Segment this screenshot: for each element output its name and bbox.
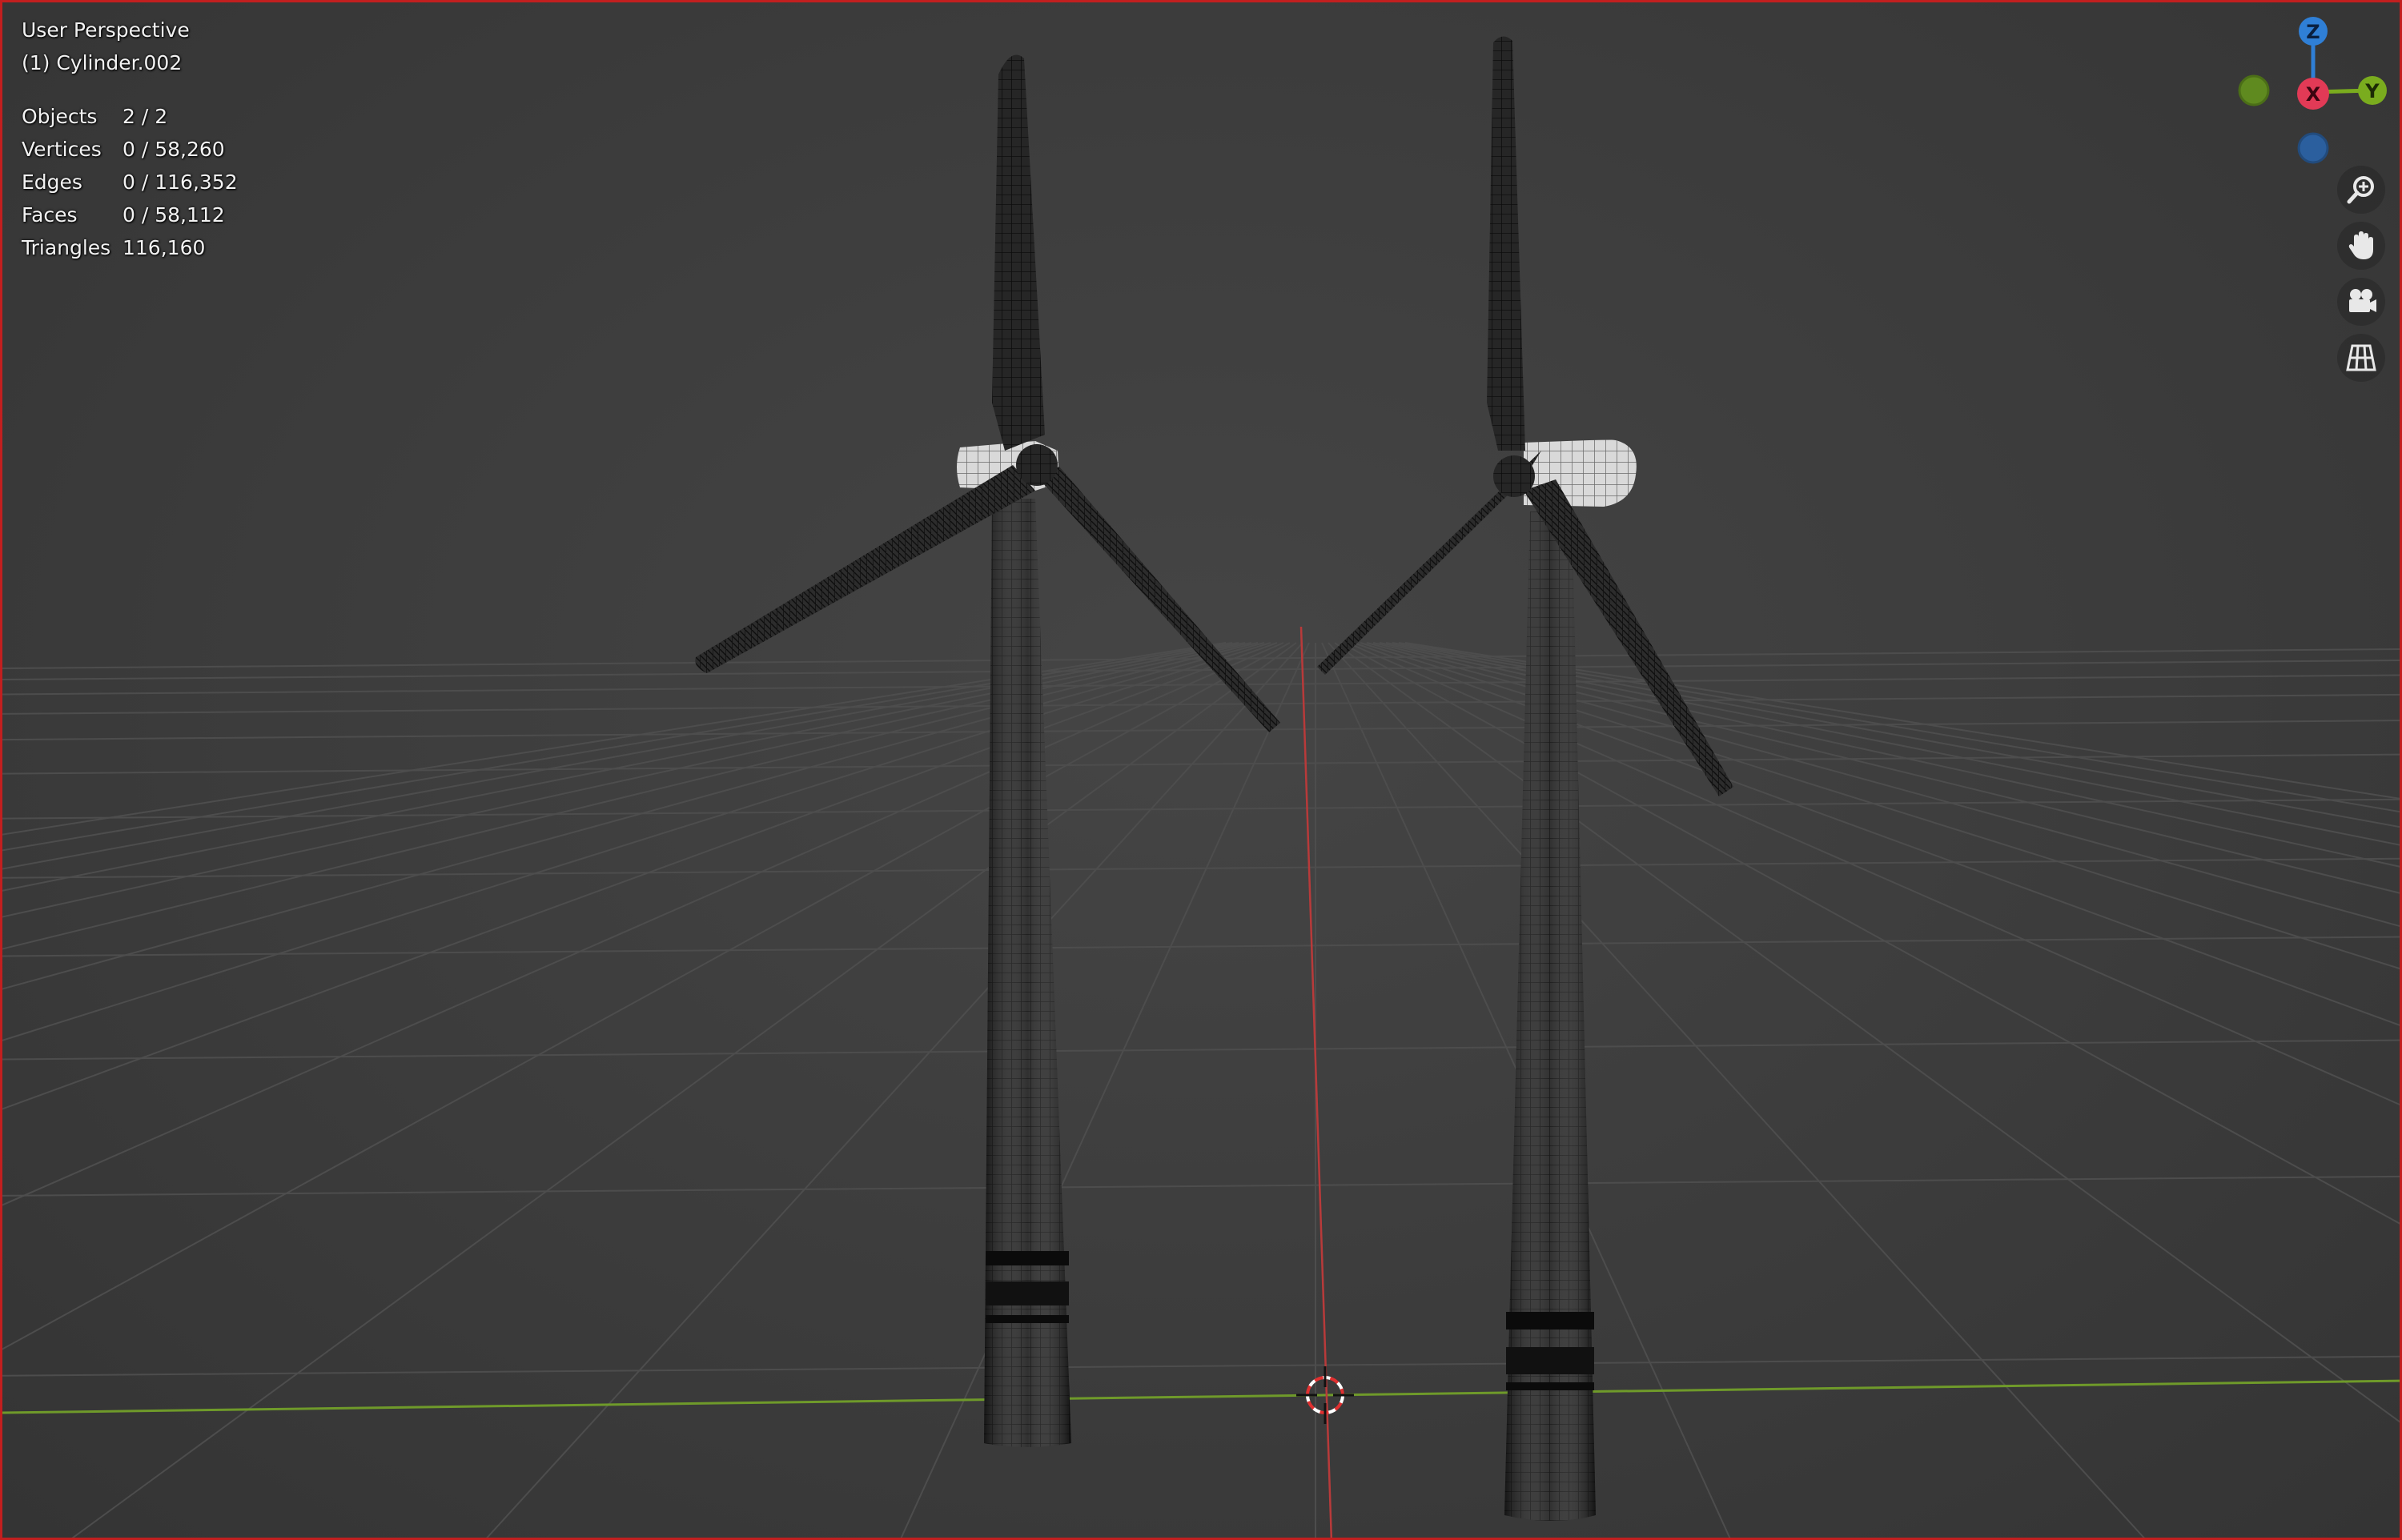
stat-value: 2 / 2: [123, 105, 168, 128]
grid-line: [2, 642, 1284, 1206]
camera-view-button[interactable]: [2337, 278, 2385, 326]
stat-value: 0 / 116,352: [123, 170, 238, 194]
gizmo-neg-y[interactable]: [2238, 74, 2270, 106]
grid-line: [1347, 642, 2400, 1106]
grid-line: [2, 1039, 2400, 1061]
zoom-button[interactable]: [2337, 166, 2385, 214]
stat-row-faces: Faces 0 / 58,112: [22, 199, 238, 231]
gizmo-y-label: Y: [2364, 80, 2380, 102]
gizmo-z-label: Z: [2306, 21, 2320, 43]
stat-row-triangles: Triangles 116,160: [22, 231, 238, 264]
stat-value: 0 / 58,112: [123, 203, 225, 227]
navigation-gizmo[interactable]: Z Y X: [2238, 17, 2387, 164]
stat-label: Edges: [22, 170, 82, 194]
grid-line: [2, 660, 2400, 680]
ortho-grid-icon: [2346, 344, 2376, 371]
floor-grid: [2, 642, 2400, 1538]
active-object-name: (1) Cylinder.002: [22, 51, 183, 74]
stat-label: Faces: [22, 203, 78, 227]
zoom-icon: [2347, 176, 2374, 204]
viewport-scene[interactable]: Z Y X: [2, 2, 2402, 1540]
stat-row-objects: Objects 2 / 2: [22, 100, 238, 133]
viewport-stats-overlay: User Perspective (1) Cylinder.002 Object…: [22, 14, 238, 264]
camera-icon: [2349, 289, 2376, 312]
grid-line: [1328, 642, 2145, 1538]
grid-line: [2, 720, 2400, 741]
3d-viewport[interactable]: Z Y X User Perspective (1) Cylinder.002 …: [0, 0, 2402, 1540]
grid-line: [2, 753, 2400, 775]
gizmo-x-label: X: [2306, 83, 2321, 106]
wind-turbine-left[interactable]: [695, 54, 1280, 1448]
stat-row-vertices: Vertices 0 / 58,260: [22, 133, 238, 166]
stat-label: Objects: [22, 105, 98, 128]
ortho-toggle-button[interactable]: [2337, 334, 2385, 382]
grid-line: [1340, 642, 2400, 1225]
grid-line: [2, 1175, 2400, 1197]
stat-label: Triangles: [22, 236, 111, 259]
view-name: User Perspective: [22, 18, 190, 42]
gizmo-neg-z[interactable]: [2297, 132, 2329, 164]
pan-hand-icon: [2348, 231, 2373, 259]
stat-row-edges: Edges 0 / 116,352: [22, 166, 238, 199]
stat-value: 0 / 58,260: [123, 138, 225, 161]
wind-turbine-right[interactable]: [1317, 36, 1733, 1521]
y-axis-line: [2, 1379, 2400, 1414]
grid-line: [2, 1355, 2400, 1377]
grid-line: [900, 642, 1310, 1538]
grid-line: [71, 642, 1297, 1538]
grid-line: [2, 642, 1291, 1350]
stat-label: Vertices: [22, 138, 102, 161]
grid-line: [1334, 642, 2400, 1423]
pan-button[interactable]: [2337, 222, 2385, 270]
stat-value: 116,160: [123, 236, 206, 259]
grid-line: [2, 936, 2400, 957]
